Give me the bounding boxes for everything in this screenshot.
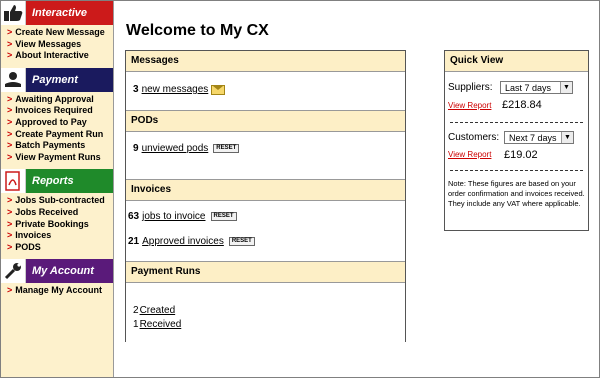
jobs-to-invoice-link[interactable]: jobs to invoice (142, 211, 205, 222)
messages-count: 3 (133, 84, 139, 95)
invoices-body: 63 jobs to invoice RESET 21 Approved inv… (126, 201, 405, 261)
wrench-icon (1, 259, 26, 284)
divider (450, 122, 583, 123)
payment-runs-created-link[interactable]: Created (140, 305, 176, 316)
sidebar-item-create-new-message[interactable]: > Create New Message (7, 27, 113, 39)
suppliers-view-report-link[interactable]: View Report (448, 101, 491, 110)
approved-invoices-count: 21 (128, 236, 140, 247)
section-title: Reports (26, 169, 113, 194)
sidebar: Interactive > Create New Message > View Me… (1, 1, 114, 377)
payment-runs-received-count: 1 (133, 319, 139, 330)
sidebar-item-invoices[interactable]: > Invoices (7, 230, 113, 242)
section-title: Payment (26, 67, 113, 92)
customers-period-select[interactable]: Next 7 days ▼ (504, 131, 574, 144)
payment-runs-created-count: 2 (133, 305, 139, 316)
messages-body: 3 new messages (126, 72, 405, 110)
sidebar-item-about-interactive[interactable]: > About Interactive (7, 50, 113, 62)
page-title: Welcome to My CX (126, 22, 269, 39)
reset-jobs-to-invoice-button[interactable]: RESET (210, 212, 237, 221)
main-content: Welcome to My CX Messages 3 new messages… (114, 0, 600, 378)
chevron-down-icon[interactable]: ▼ (560, 82, 572, 93)
sidebar-item-batch-payments[interactable]: > Batch Payments (7, 140, 113, 152)
suppliers-label: Suppliers: (448, 82, 493, 93)
payment-runs-header: Payment Runs (126, 261, 405, 283)
invoices-header: Invoices (126, 179, 405, 201)
sidebar-item-create-payment-run[interactable]: > Create Payment Run (7, 129, 113, 141)
sidebar-item-pods[interactable]: > PODS (7, 242, 113, 254)
payment-icon (1, 67, 26, 92)
quick-view-note: Note: These figures are based on your or… (448, 179, 585, 208)
payment-runs-body: 2 Created 1 Received (126, 283, 405, 343)
messages-header: Messages (126, 51, 405, 72)
sidebar-section-my-account: My Account (1, 259, 113, 284)
payment-runs-received-link[interactable]: Received (140, 319, 182, 330)
customers-amount: £19.02 (504, 149, 538, 161)
thumbs-up-icon (1, 1, 26, 25)
reset-approved-invoices-button[interactable]: RESET (228, 237, 255, 246)
sidebar-section-payment: Payment (1, 67, 113, 92)
pdf-icon (1, 169, 26, 194)
pods-body: 9 unviewed pods RESET (126, 132, 405, 179)
sidebar-item-view-messages[interactable]: > View Messages (7, 39, 113, 51)
divider (450, 170, 583, 171)
section-title: My Account (26, 259, 113, 284)
sidebar-item-jobs-received[interactable]: > Jobs Received (7, 207, 113, 219)
section-title: Interactive (26, 1, 113, 25)
sidebar-item-approved-to-pay[interactable]: > Approved to Pay (7, 117, 113, 129)
sidebar-section-reports: Reports (1, 169, 113, 194)
sidebar-item-view-payment-runs[interactable]: > View Payment Runs (7, 152, 113, 164)
reset-pods-button[interactable]: RESET (213, 144, 240, 153)
quick-view-header: Quick View (445, 51, 588, 72)
pods-count: 9 (133, 143, 139, 154)
new-messages-link[interactable]: new messages (142, 84, 209, 95)
suppliers-period-select[interactable]: Last 7 days ▼ (500, 81, 573, 94)
sidebar-item-awaiting-approval[interactable]: > Awaiting Approval (7, 94, 113, 106)
unviewed-pods-link[interactable]: unviewed pods (142, 143, 209, 154)
sidebar-item-jobs-sub-contracted[interactable]: > Jobs Sub-contracted (7, 195, 113, 207)
summary-panel: Messages 3 new messages PODs 9 unviewed … (125, 50, 406, 343)
sidebar-item-invoices-required[interactable]: > Invoices Required (7, 105, 113, 117)
approved-invoices-link[interactable]: Approved invoices (142, 236, 224, 247)
jobs-to-invoice-count: 63 (128, 211, 140, 222)
customers-view-report-link[interactable]: View Report (448, 150, 491, 159)
sidebar-section-interactive: Interactive (1, 1, 113, 25)
suppliers-amount: £218.84 (502, 99, 542, 111)
chevron-down-icon[interactable]: ▼ (561, 132, 573, 143)
customers-label: Customers: (448, 132, 500, 143)
quick-view-panel: Quick View Suppliers: Last 7 days ▼ View… (444, 50, 589, 231)
sidebar-item-manage-my-account[interactable]: > Manage My Account (7, 285, 113, 297)
envelope-icon[interactable] (211, 84, 226, 95)
sidebar-item-private-bookings[interactable]: > Private Bookings (7, 219, 113, 231)
pods-header: PODs (126, 110, 405, 132)
